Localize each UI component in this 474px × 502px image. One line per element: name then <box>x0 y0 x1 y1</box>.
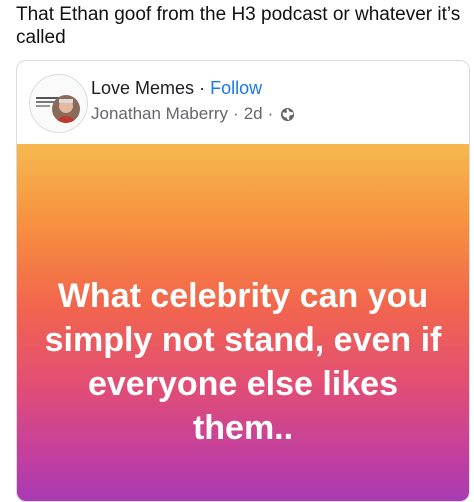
banner-text: What celebrity can you simply not stand,… <box>44 277 442 447</box>
page-avatar[interactable] <box>29 74 88 133</box>
post-header: Love Memes · Follow Jonathan Maberry · 2… <box>17 61 469 144</box>
author-name-link[interactable]: Jonathan Maberry <box>91 103 228 125</box>
post-banner[interactable]: What celebrity can you simply not stand,… <box>17 144 469 501</box>
title-separator: · <box>199 78 206 98</box>
shared-post-card[interactable]: Love Memes · Follow Jonathan Maberry · 2… <box>16 60 470 502</box>
globe-icon[interactable] <box>280 107 295 122</box>
post-title-line: Love Memes · Follow <box>91 77 262 99</box>
post-meta-line: Jonathan Maberry · 2d · <box>91 103 295 125</box>
page-name-link[interactable]: Love Memes <box>91 78 194 98</box>
post-time-link[interactable]: 2d <box>244 103 263 125</box>
comment-text: That Ethan goof from the H3 podcast or w… <box>16 4 461 48</box>
follow-button[interactable]: Follow <box>210 78 262 98</box>
meta-separator-1: · <box>233 104 239 123</box>
meta-separator-2: · <box>267 104 274 123</box>
person-photo-icon <box>52 95 80 123</box>
